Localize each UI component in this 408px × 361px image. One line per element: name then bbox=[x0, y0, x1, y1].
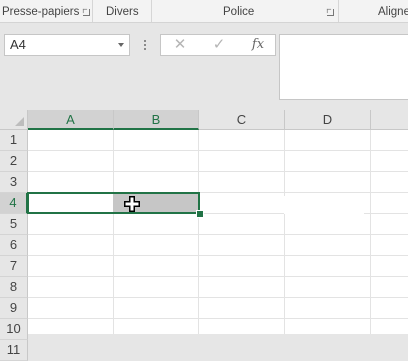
row-header-11[interactable]: 11 bbox=[0, 340, 28, 361]
ribbon-separator bbox=[338, 0, 339, 22]
column-gridline bbox=[198, 130, 199, 334]
cell-d4[interactable] bbox=[284, 196, 364, 214]
row-header-9[interactable]: 9 bbox=[0, 298, 28, 319]
ribbon-group-font: Police bbox=[223, 6, 255, 18]
enter-icon[interactable]: ✓ bbox=[204, 35, 234, 55]
formula-input[interactable] bbox=[279, 34, 408, 100]
cell-cursor-icon bbox=[124, 196, 140, 212]
resize-grip-icon[interactable] bbox=[144, 40, 146, 50]
ribbon-separator bbox=[92, 0, 93, 22]
column-header-d[interactable]: D bbox=[285, 110, 371, 130]
row-header-7[interactable]: 7 bbox=[0, 256, 28, 277]
row-header-10[interactable]: 10 bbox=[0, 319, 28, 340]
cancel-icon[interactable]: ✕ bbox=[165, 35, 195, 55]
clipboard-launcher-icon[interactable] bbox=[83, 9, 90, 16]
column-gridline bbox=[284, 130, 285, 334]
row-header-2[interactable]: 2 bbox=[0, 151, 28, 172]
name-box-value: A4 bbox=[10, 37, 26, 52]
row-header-4[interactable]: 4 bbox=[0, 193, 28, 214]
row-header-6[interactable]: 6 bbox=[0, 235, 28, 256]
column-header-c[interactable]: C bbox=[199, 110, 285, 130]
row-header-3[interactable]: 3 bbox=[0, 172, 28, 193]
fill-handle[interactable] bbox=[196, 210, 204, 218]
selection-range-border bbox=[27, 192, 200, 214]
formula-bar: A4 ✕ ✓ fx bbox=[0, 23, 408, 110]
insert-function-icon[interactable]: fx bbox=[243, 35, 273, 55]
column-gridline bbox=[113, 130, 114, 334]
chevron-down-icon[interactable] bbox=[118, 43, 124, 47]
select-all-button[interactable] bbox=[0, 110, 28, 130]
formula-buttons: ✕ ✓ fx bbox=[160, 34, 276, 56]
ribbon-group-misc: Divers bbox=[106, 6, 139, 18]
ribbon-separator bbox=[151, 0, 152, 22]
row-header-8[interactable]: 8 bbox=[0, 277, 28, 298]
ribbon-group-alignment: Aligne bbox=[378, 6, 408, 18]
column-header-a[interactable]: A bbox=[28, 110, 114, 130]
ribbon-group-clipboard: Presse-papiers bbox=[2, 6, 80, 18]
ribbon-group-labels: Presse-papiers Divers Police Aligne bbox=[0, 0, 408, 23]
column-header-e[interactable] bbox=[371, 110, 408, 130]
worksheet-grid: A B C D 1 2 3 4 5 6 7 8 9 10 11 bbox=[0, 110, 408, 361]
column-header-b[interactable]: B bbox=[114, 110, 199, 130]
cell-area[interactable] bbox=[28, 130, 408, 334]
name-box[interactable]: A4 bbox=[4, 34, 130, 56]
row-header-1[interactable]: 1 bbox=[0, 130, 28, 151]
font-launcher-icon[interactable] bbox=[327, 9, 334, 16]
column-gridline bbox=[370, 130, 371, 334]
row-header-5[interactable]: 5 bbox=[0, 214, 28, 235]
